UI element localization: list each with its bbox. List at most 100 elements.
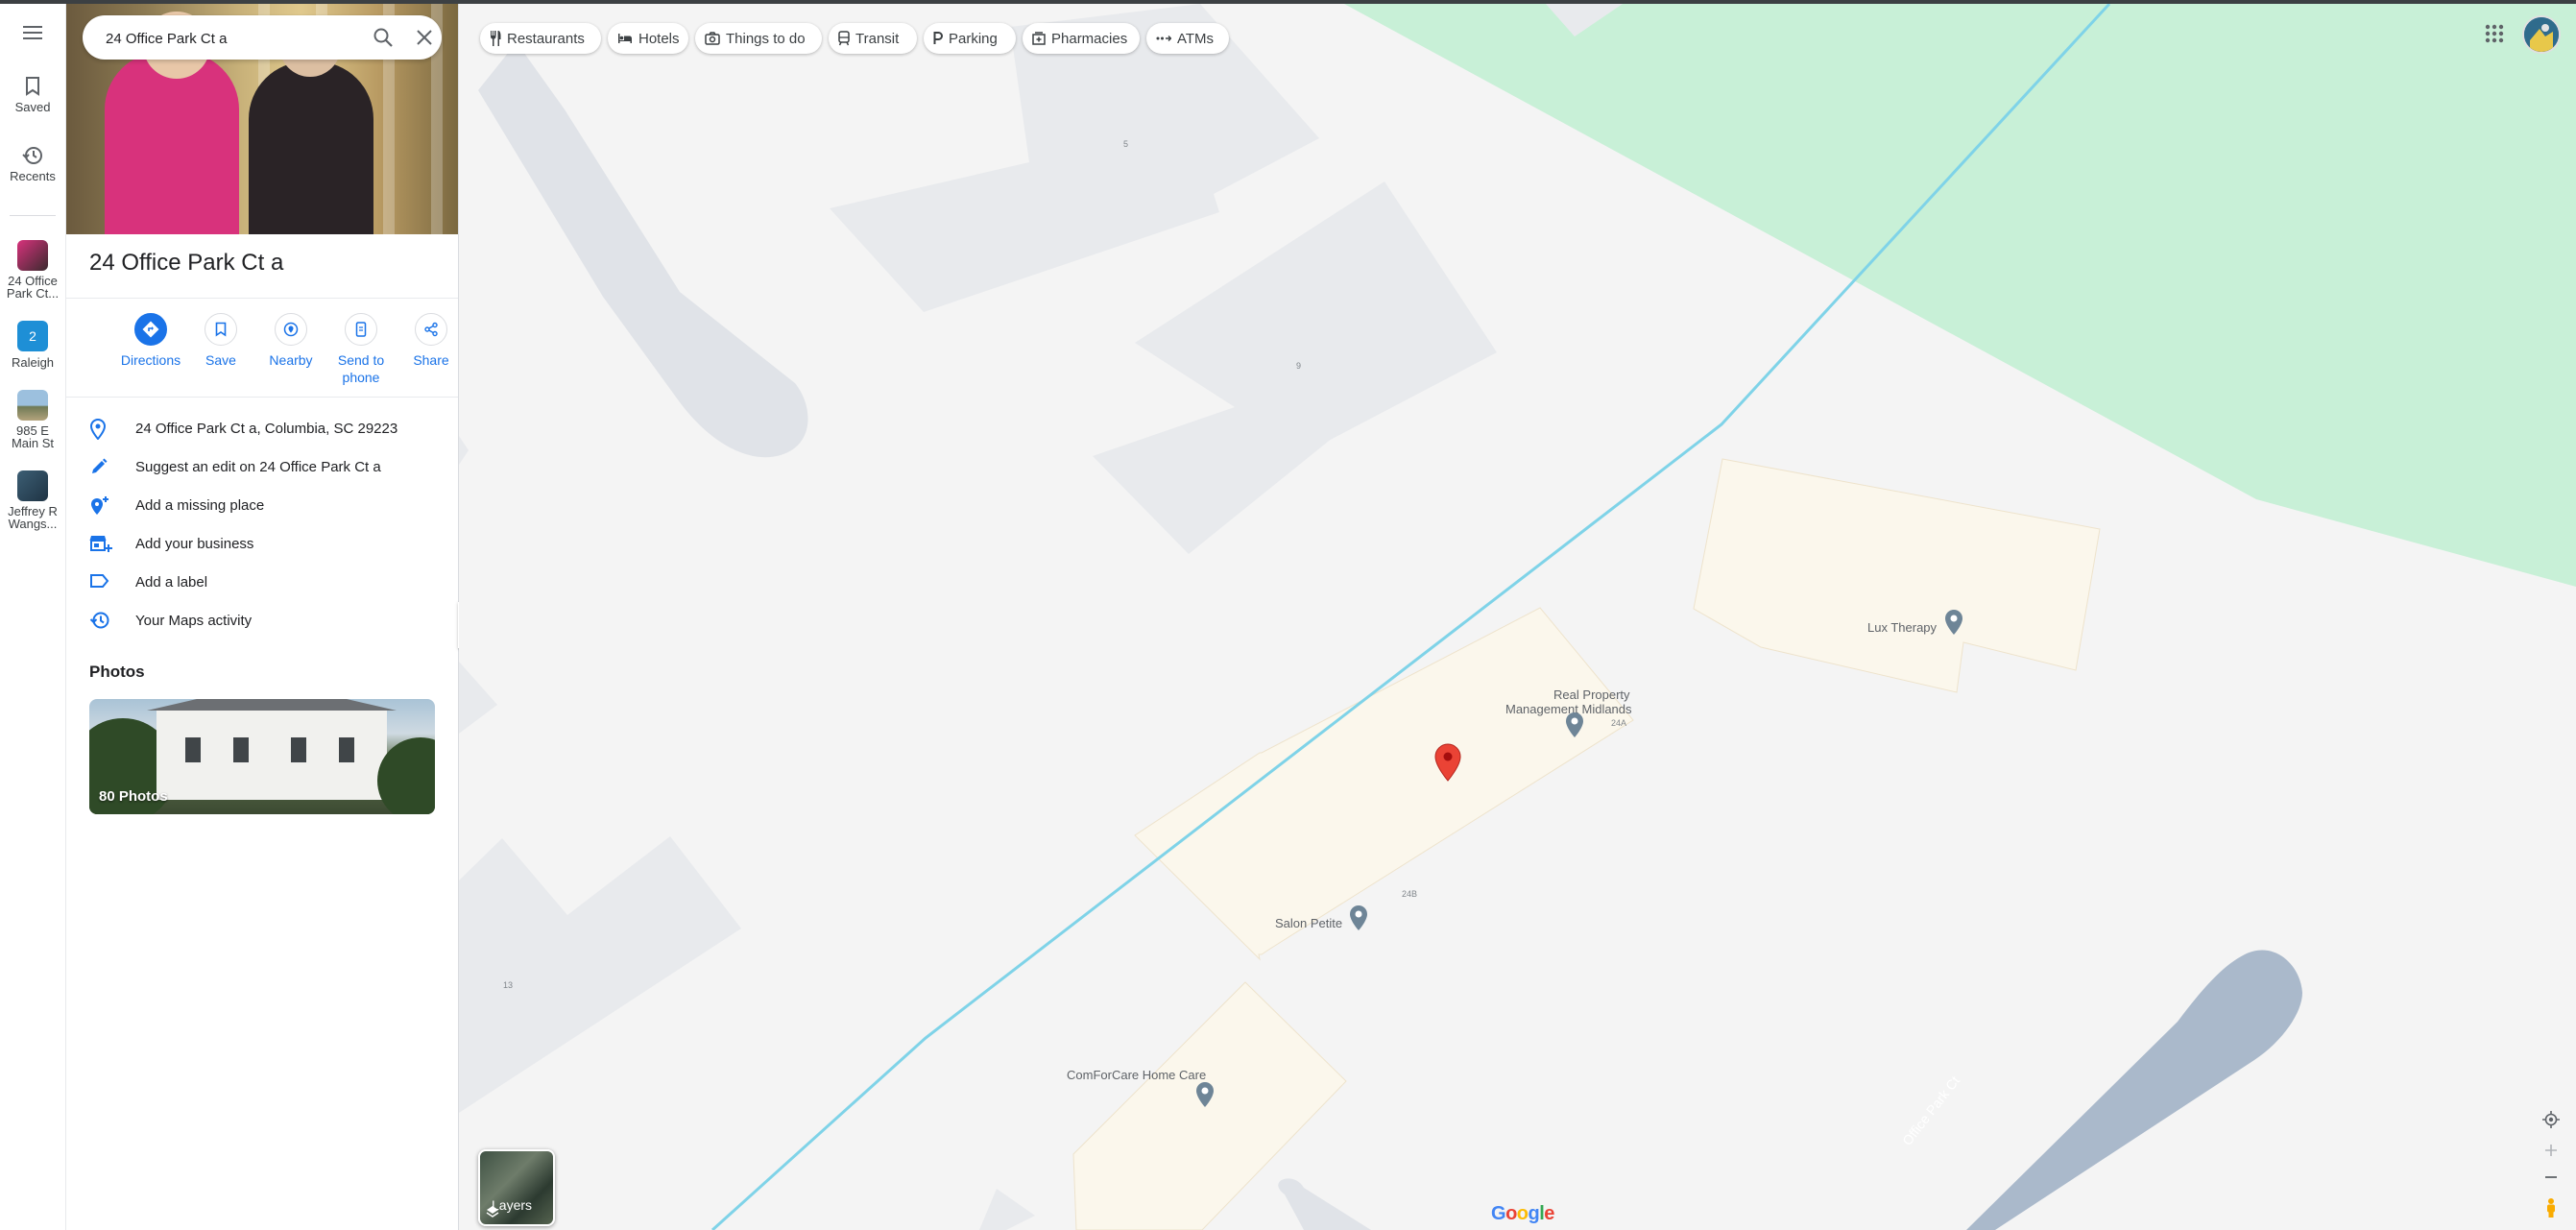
poi-pin-icon[interactable] xyxy=(1195,1081,1215,1108)
add-label-text: Add a label xyxy=(135,574,208,591)
chip-pharmacies[interactable]: Pharmacies xyxy=(1023,23,1140,54)
suggest-edit-text: Suggest an edit on 24 Office Park Ct a xyxy=(135,459,381,475)
hotel-icon xyxy=(617,33,633,44)
restaurant-icon xyxy=(490,31,501,46)
close-icon[interactable] xyxy=(415,28,434,47)
zoom-out-button[interactable] xyxy=(2538,1164,2564,1191)
poi-label-salon-petite[interactable]: Salon Petite xyxy=(1275,916,1342,930)
layers-label: Layers xyxy=(492,1197,533,1213)
saved-button[interactable]: Saved xyxy=(0,77,65,114)
send-to-phone-button[interactable]: Send to phone xyxy=(325,313,397,386)
nearby-button[interactable]: Nearby xyxy=(254,313,327,369)
history-item-label: 985 E Main St xyxy=(11,423,55,450)
chip-restaurants[interactable]: Restaurants xyxy=(480,23,601,54)
chip-label: Hotels xyxy=(638,30,680,47)
atm-icon xyxy=(1156,35,1171,42)
place-panel: 24 Office Park Ct a Directions Save Near… xyxy=(66,4,459,1230)
nearby-icon xyxy=(275,313,307,346)
nearby-label: Nearby xyxy=(269,352,313,368)
history-item-office-park[interactable]: 24 Office Park Ct... xyxy=(0,240,65,300)
history-thumbnail xyxy=(17,240,48,271)
send-to-phone-icon xyxy=(345,313,377,346)
photo-window xyxy=(291,737,306,762)
chip-hotels[interactable]: Hotels xyxy=(608,23,688,54)
add-business-row[interactable]: Add your business xyxy=(66,526,458,565)
layers-button[interactable]: Layers xyxy=(478,1149,555,1226)
add-label-row[interactable]: Add a label xyxy=(66,565,458,603)
directions-button[interactable]: Directions xyxy=(114,313,187,369)
apps-grid-icon[interactable] xyxy=(2484,23,2505,44)
history-item-raleigh[interactable]: 2 Raleigh xyxy=(0,321,65,370)
history-item-main-st[interactable]: 985 E Main St xyxy=(0,390,65,449)
minus-icon xyxy=(2545,1176,2557,1178)
pegman-icon xyxy=(2547,1198,2555,1218)
building-number: 9 xyxy=(1296,361,1302,371)
rail-divider xyxy=(10,215,56,216)
hero-person xyxy=(249,61,373,234)
suggest-edit-row[interactable]: Suggest an edit on 24 Office Park Ct a xyxy=(66,449,458,488)
map-graphics xyxy=(459,4,2576,1230)
history-thumbnail xyxy=(17,470,48,501)
parking-icon xyxy=(933,32,943,45)
divider xyxy=(66,298,458,299)
camera-icon xyxy=(705,32,720,45)
left-rail: Saved Recents 24 Office Park Ct... 2 Ral… xyxy=(0,4,66,1230)
history-item-label: 24 Office Park Ct... xyxy=(6,274,60,301)
menu-button[interactable] xyxy=(0,25,65,44)
photos-thumbnail[interactable]: 80 Photos xyxy=(89,699,435,814)
avatar-image xyxy=(2524,17,2559,52)
poi-pin-icon[interactable] xyxy=(1944,609,1963,636)
add-business-icon xyxy=(89,536,112,552)
poi-pin-icon[interactable] xyxy=(1565,711,1584,738)
google-logo: Google xyxy=(1491,1203,1554,1224)
pencil-icon xyxy=(92,458,108,473)
photo-house xyxy=(147,699,397,800)
label-icon xyxy=(90,574,109,588)
share-button[interactable]: Share xyxy=(395,313,468,369)
chip-transit[interactable]: Transit xyxy=(829,23,917,54)
history-thumbnail xyxy=(17,390,48,421)
chip-atms[interactable]: ATMs xyxy=(1146,23,1229,54)
address-text: 24 Office Park Ct a, Columbia, SC 29223 xyxy=(135,421,398,437)
saved-label: Saved xyxy=(14,100,51,114)
poi-label-lux-therapy[interactable]: Lux Therapy xyxy=(1867,620,1937,635)
directions-icon xyxy=(134,313,167,346)
poi-pin-icon[interactable] xyxy=(1349,904,1368,931)
add-missing-place-row[interactable]: Add a missing place xyxy=(66,488,458,526)
poi-label-line: Real Property xyxy=(1553,687,1630,702)
plus-icon xyxy=(2545,1145,2557,1156)
map-canvas[interactable]: 5 9 13 24A 24B Real Property Management … xyxy=(459,4,2576,1230)
history-item-jeffrey[interactable]: Jeffrey R Wangs... xyxy=(0,470,65,530)
chip-label: Parking xyxy=(949,30,998,47)
history-thumbnail: 2 xyxy=(17,321,48,351)
history-item-label: Jeffrey R Wangs... xyxy=(8,504,58,531)
chip-label: Pharmacies xyxy=(1051,30,1128,47)
directions-label: Directions xyxy=(120,352,181,368)
zoom-in-button[interactable] xyxy=(2538,1137,2564,1164)
transit-icon xyxy=(838,31,850,46)
poi-label-comforcare[interactable]: ComForCare Home Care xyxy=(1067,1068,1206,1082)
building-number: 5 xyxy=(1123,139,1129,149)
address-row[interactable]: 24 Office Park Ct a, Columbia, SC 29223 xyxy=(66,411,458,449)
chip-label: Transit xyxy=(855,30,900,47)
hero-person xyxy=(105,52,239,234)
search-input[interactable] xyxy=(104,27,348,50)
account-avatar[interactable] xyxy=(2522,15,2561,54)
chip-label: ATMs xyxy=(1177,30,1215,47)
search-icon[interactable] xyxy=(373,27,394,48)
chip-things-to-do[interactable]: Things to do xyxy=(695,23,822,54)
history-icon xyxy=(22,147,42,164)
pharmacy-icon xyxy=(1032,32,1046,45)
pegman-button[interactable] xyxy=(2538,1194,2564,1221)
selected-location-pin-icon[interactable] xyxy=(1434,743,1461,782)
share-icon xyxy=(415,313,447,346)
photo-window xyxy=(233,737,249,762)
maps-activity-text: Your Maps activity xyxy=(135,613,253,629)
recents-button[interactable]: Recents xyxy=(0,146,65,183)
bookmark-icon xyxy=(26,77,39,96)
history-item-label: Raleigh xyxy=(11,355,55,370)
maps-activity-row[interactable]: Your Maps activity xyxy=(66,603,458,641)
chip-parking[interactable]: Parking xyxy=(924,23,1016,54)
save-button[interactable]: Save xyxy=(184,313,257,369)
my-location-button[interactable] xyxy=(2538,1106,2564,1133)
